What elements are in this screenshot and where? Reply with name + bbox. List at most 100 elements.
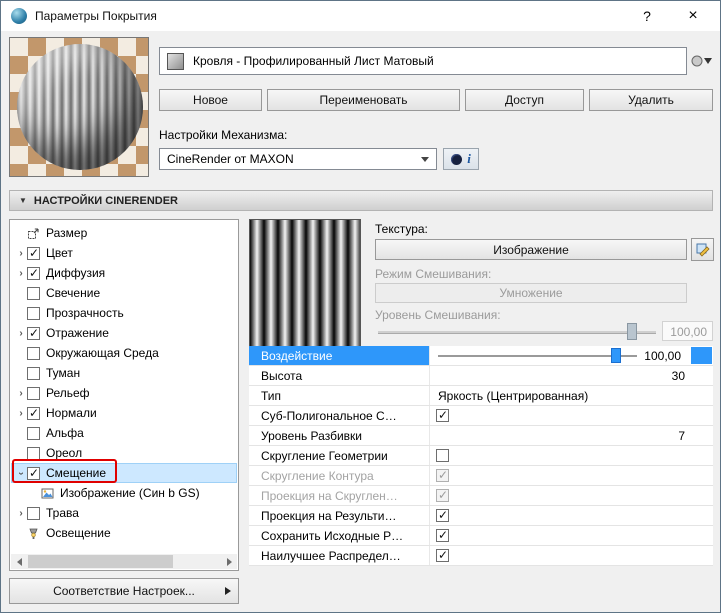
tree-item-label: Альфа (46, 426, 84, 440)
channel-checkbox[interactable] (27, 326, 40, 340)
property-control (429, 486, 713, 505)
slider-handle[interactable] (611, 348, 621, 363)
scroll-right-icon[interactable] (221, 554, 237, 569)
expander-chevron-icon[interactable]: › (16, 467, 27, 479)
horizontal-scrollbar[interactable] (11, 554, 237, 569)
channel-checkbox[interactable] (27, 306, 40, 320)
tree-item[interactable]: › Отражение (11, 323, 237, 343)
expander-chevron-icon[interactable]: › (15, 508, 27, 519)
expander-chevron-icon[interactable]: › (15, 268, 27, 279)
tree-item-label: Рельеф (46, 386, 90, 400)
channel-checkbox[interactable] (27, 426, 40, 440)
channel-checkbox[interactable] (27, 446, 40, 460)
scrollbar-thumb[interactable] (28, 555, 173, 568)
expander-chevron-icon[interactable]: › (15, 248, 27, 259)
resize-icon (27, 227, 41, 240)
tree-item[interactable]: Освещение (11, 523, 237, 543)
property-label[interactable]: Суб-Полигональное С… (249, 406, 429, 425)
property-label[interactable]: Наилучшее Распредел… (249, 546, 429, 565)
material-preview (9, 37, 149, 177)
property-checkbox[interactable] (436, 548, 449, 562)
texture-image-button[interactable]: Изображение (375, 239, 687, 260)
blend-slider-handle (627, 323, 637, 340)
property-label[interactable]: Тип (249, 386, 429, 405)
engine-select[interactable]: CineRender от MAXON (159, 148, 437, 170)
property-row: Проекция на Результи… (249, 506, 713, 526)
expander-chevron-icon[interactable]: › (15, 328, 27, 339)
property-label[interactable]: Высота (249, 366, 429, 385)
tree-item[interactable]: › Диффузия (11, 263, 237, 283)
match-settings-button[interactable]: Соответствие Настроек... (9, 578, 239, 604)
blend-mode-button: Умножение (375, 283, 687, 303)
cinerender-info-button[interactable]: i (443, 148, 479, 170)
cinerender-section-header[interactable]: ▼ НАСТРОЙКИ CINERENDER (9, 190, 713, 211)
property-label[interactable]: Скругление Геометрии (249, 446, 429, 465)
texture-preview (249, 219, 361, 348)
property-value[interactable]: 7 (678, 429, 685, 443)
slider-value[interactable]: 100,00 (644, 349, 681, 363)
property-checkbox (436, 468, 449, 482)
expander-chevron-icon[interactable]: › (15, 408, 27, 419)
channel-checkbox[interactable] (27, 366, 40, 380)
channel-checkbox[interactable] (27, 406, 40, 420)
action-button-3[interactable]: Доступ (465, 89, 584, 111)
engine-value: CineRender от MAXON (167, 152, 294, 166)
tree-item[interactable]: Окружающая Среда (11, 343, 237, 363)
channel-checkbox[interactable] (27, 346, 40, 360)
material-swatch-icon (167, 52, 184, 70)
tree-item-label: Окружающая Среда (46, 346, 159, 360)
channel-checkbox[interactable] (27, 386, 40, 400)
tree-item[interactable]: › Смещение (11, 463, 237, 483)
property-label[interactable]: Сохранить Исходные Р… (249, 526, 429, 545)
tree-item-label: Размер (46, 226, 88, 240)
property-control (429, 466, 713, 485)
preview-sphere (17, 44, 143, 170)
channel-checkbox[interactable] (27, 466, 40, 480)
property-checkbox[interactable] (436, 528, 449, 542)
property-rows: Воздействие 100,00 Высота 30 Тип Яркость (Цен… (249, 346, 713, 566)
channel-checkbox[interactable] (27, 266, 40, 280)
property-checkbox[interactable] (436, 508, 449, 522)
tree-item-label: Цвет (46, 246, 73, 260)
help-button[interactable]: ? (626, 1, 668, 31)
scroll-left-icon[interactable] (11, 554, 27, 569)
channel-checkbox[interactable] (27, 506, 40, 520)
property-row: Уровень Разбивки 7 (249, 426, 713, 446)
property-value[interactable]: 30 (672, 369, 685, 383)
material-selector[interactable]: Кровля - Профилированный Лист Матовый (159, 47, 687, 75)
tree-item[interactable]: Размер (11, 223, 237, 243)
action-button-2[interactable]: Переименовать (267, 89, 460, 111)
property-value[interactable]: Яркость (Центрированная) (436, 389, 588, 403)
action-button-4[interactable]: Удалить (589, 89, 713, 111)
tree-item[interactable]: Альфа (11, 423, 237, 443)
property-checkbox[interactable] (436, 449, 449, 462)
slider-track[interactable] (438, 355, 637, 357)
tree-item[interactable]: › Цвет (11, 243, 237, 263)
property-row: Суб-Полигональное С… (249, 406, 713, 426)
tree-item[interactable]: Свечение (11, 283, 237, 303)
chevron-down-icon (421, 156, 429, 162)
channel-checkbox[interactable] (27, 246, 40, 260)
expander-chevron-icon[interactable]: › (15, 388, 27, 399)
tree-item[interactable]: Ореол (11, 443, 237, 463)
blend-level-value: 100,00 (662, 321, 713, 341)
channel-checkbox[interactable] (27, 286, 40, 300)
blend-slider-track (378, 331, 656, 334)
property-checkbox[interactable] (436, 408, 449, 422)
property-label[interactable]: Скругление Контура (249, 466, 429, 485)
property-label[interactable]: Воздействие (249, 346, 429, 365)
property-label[interactable]: Проекция на Результи… (249, 506, 429, 525)
close-button[interactable]: × (672, 1, 714, 31)
texture-options-button[interactable] (691, 238, 714, 261)
tree-item[interactable]: Прозрачность (11, 303, 237, 323)
tree-item[interactable]: Изображение (Син b GS) (11, 483, 237, 503)
material-picker-icon[interactable] (690, 52, 714, 70)
channel-tree: Размер › Цвет › Диффузия Свечение Прозрачность… (9, 219, 239, 571)
action-button-1[interactable]: Новое (159, 89, 262, 111)
tree-item[interactable]: Туман (11, 363, 237, 383)
property-label[interactable]: Уровень Разбивки (249, 426, 429, 445)
tree-item[interactable]: › Трава (11, 503, 237, 523)
tree-item[interactable]: › Нормали (11, 403, 237, 423)
property-label[interactable]: Проекция на Скруглен… (249, 486, 429, 505)
tree-item[interactable]: › Рельеф (11, 383, 237, 403)
